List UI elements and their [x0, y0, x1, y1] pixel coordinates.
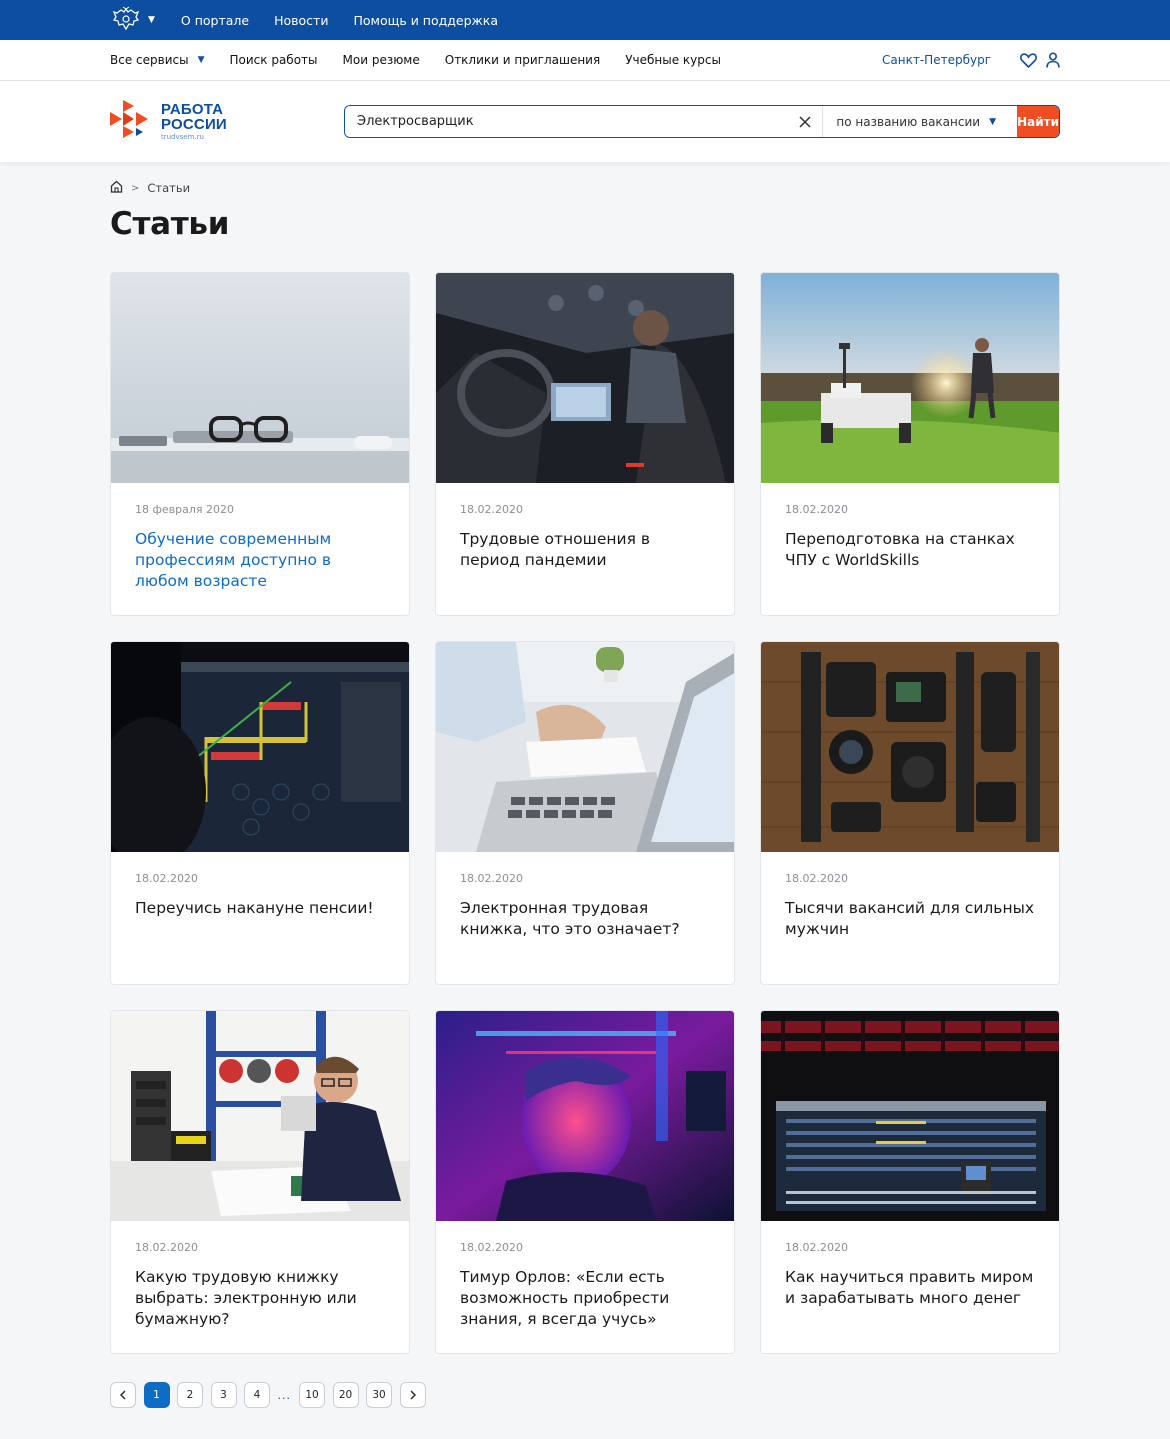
nav-help-support[interactable]: Помощь и поддержка	[353, 13, 498, 28]
favorites-heart-icon[interactable]	[1020, 52, 1037, 68]
gov-top-bar: ▼ О портале Новости Помощь и поддержка	[0, 0, 1170, 40]
breadcrumb-separator: >	[131, 182, 140, 194]
article-card[interactable]: 18.02.2020 Электронная трудовая книжка, …	[435, 641, 735, 985]
article-image-workshop	[111, 1011, 409, 1221]
article-title-link[interactable]: Переучись накануне пенсии!	[135, 898, 385, 919]
search-box: по названию вакансии ▼ Найти	[344, 105, 1060, 138]
russia-emblem-icon[interactable]	[110, 6, 142, 34]
pagination-ellipsis: ...	[277, 1388, 291, 1402]
breadcrumb: > Статьи	[110, 180, 190, 196]
breadcrumb-current: Статьи	[147, 181, 191, 195]
article-card[interactable]: 18 февраля 2020 Обучение современным про…	[110, 272, 410, 616]
article-image-neon-face	[436, 1011, 734, 1221]
article-image-robot-field	[761, 273, 1059, 483]
page-title: Статьи	[110, 206, 230, 242]
article-image-cad-monitor	[111, 642, 409, 852]
all-services-label: Все сервисы	[110, 53, 189, 67]
logo-title-line1: РАБОТА	[161, 101, 224, 118]
page-button[interactable]: 10	[299, 1382, 325, 1408]
next-page-button[interactable]	[399, 1382, 426, 1408]
article-date: 18.02.2020	[785, 872, 848, 885]
article-card[interactable]: 18.02.2020 Тимур Орлов: «Если есть возмо…	[435, 1010, 735, 1354]
article-title-link[interactable]: Электронная трудовая книжка, что это озн…	[460, 898, 710, 940]
nav-about-portal[interactable]: О портале	[181, 13, 249, 28]
search-mode-select[interactable]: по названию вакансии ▼	[822, 106, 1017, 137]
article-title-link[interactable]: Обучение современным профессиям доступно…	[135, 529, 385, 592]
article-date: 18.02.2020	[135, 1241, 198, 1254]
chevron-down-icon: ▼	[197, 55, 205, 65]
rabota-rossii-logo[interactable]: РАБОТА РОССИИ trudvsem.ru	[110, 99, 344, 144]
article-title-link[interactable]: Трудовые отношения в период пандемии	[460, 529, 710, 571]
search-button[interactable]: Найти	[1017, 106, 1059, 137]
search-mode-label: по названию вакансии	[836, 114, 981, 129]
article-image-mixing-console	[761, 1011, 1059, 1221]
logo-title-line2: РОССИИ	[161, 116, 227, 133]
chevron-left-icon	[120, 1390, 126, 1400]
city-selector[interactable]: Санкт-Петербург	[882, 53, 991, 67]
page-button[interactable]: 20	[332, 1382, 359, 1408]
nav-news[interactable]: Новости	[274, 13, 328, 28]
nav-responses-invitations[interactable]: Отклики и приглашения	[445, 53, 600, 67]
articles-grid: 18 февраля 2020 Обучение современным про…	[110, 272, 1060, 1354]
search-input[interactable]	[345, 106, 795, 137]
logo-mark-icon	[110, 99, 148, 138]
service-nav: Все сервисы ▼ Поиск работы Мои резюме От…	[0, 40, 1170, 81]
article-title-link[interactable]: Переподготовка на станках ЧПУ с WorldSki…	[785, 529, 1035, 571]
article-image-woman-car	[436, 273, 734, 483]
article-title-link[interactable]: Тимур Орлов: «Если есть возможность прио…	[460, 1267, 710, 1330]
nav-job-search[interactable]: Поиск работы	[230, 53, 318, 67]
article-title-link[interactable]: Как научиться править миром и зарабатыва…	[785, 1267, 1035, 1309]
logo-url: trudvsem.ru	[161, 133, 204, 141]
clear-search-icon[interactable]	[795, 106, 814, 137]
article-date: 18.02.2020	[460, 1241, 523, 1254]
article-date: 18 февраля 2020	[135, 503, 235, 516]
article-card[interactable]: 18.02.2020 Как научиться править миром и…	[760, 1010, 1060, 1354]
article-card[interactable]: 18.02.2020 Тысячи вакансий для сильных м…	[760, 641, 1060, 985]
article-image-hands-laptop	[436, 642, 734, 852]
page-button[interactable]: 4	[244, 1382, 270, 1408]
article-card[interactable]: 18.02.2020 Переподготовка на станках ЧПУ…	[760, 272, 1060, 616]
all-services-dropdown[interactable]: Все сервисы ▼	[110, 53, 205, 67]
nav-courses[interactable]: Учебные курсы	[625, 53, 721, 67]
user-tools: Санкт-Петербург	[882, 52, 1060, 68]
user-profile-icon[interactable]	[1046, 52, 1060, 68]
article-date: 18.02.2020	[460, 872, 523, 885]
page-button[interactable]: 1	[143, 1382, 170, 1408]
article-card[interactable]: 18.02.2020 Переучись накануне пенсии!	[110, 641, 410, 985]
prev-page-button[interactable]	[110, 1382, 136, 1408]
article-date: 18.02.2020	[785, 503, 848, 516]
home-icon[interactable]	[110, 180, 123, 196]
chevron-right-icon	[410, 1390, 416, 1400]
article-card[interactable]: 18.02.2020 Какую трудовую книжку выбрать…	[110, 1010, 410, 1354]
article-image-camera-gear	[761, 642, 1059, 852]
chevron-down-icon: ▼	[989, 116, 996, 127]
article-title-link[interactable]: Какую трудовую книжку выбрать: электронн…	[135, 1267, 385, 1330]
page-button[interactable]: 30	[366, 1382, 392, 1408]
article-date: 18.02.2020	[135, 872, 198, 885]
nav-my-resumes[interactable]: Мои резюме	[343, 53, 420, 67]
page-button[interactable]: 2	[177, 1382, 203, 1408]
article-card[interactable]: 18.02.2020 Трудовые отношения в период п…	[435, 272, 735, 616]
article-date: 18.02.2020	[785, 1241, 848, 1254]
pagination: 1 2 3 4 ... 10 20 30	[110, 1382, 433, 1408]
article-title-link[interactable]: Тысячи вакансий для сильных мужчин	[785, 898, 1035, 940]
search-header: РАБОТА РОССИИ trudvsem.ru по названию ва…	[0, 81, 1170, 162]
article-image-desk-glasses	[111, 273, 409, 483]
page-button[interactable]: 3	[210, 1382, 237, 1408]
article-date: 18.02.2020	[460, 503, 523, 516]
emblem-menu-chevron-icon[interactable]: ▼	[148, 15, 155, 25]
